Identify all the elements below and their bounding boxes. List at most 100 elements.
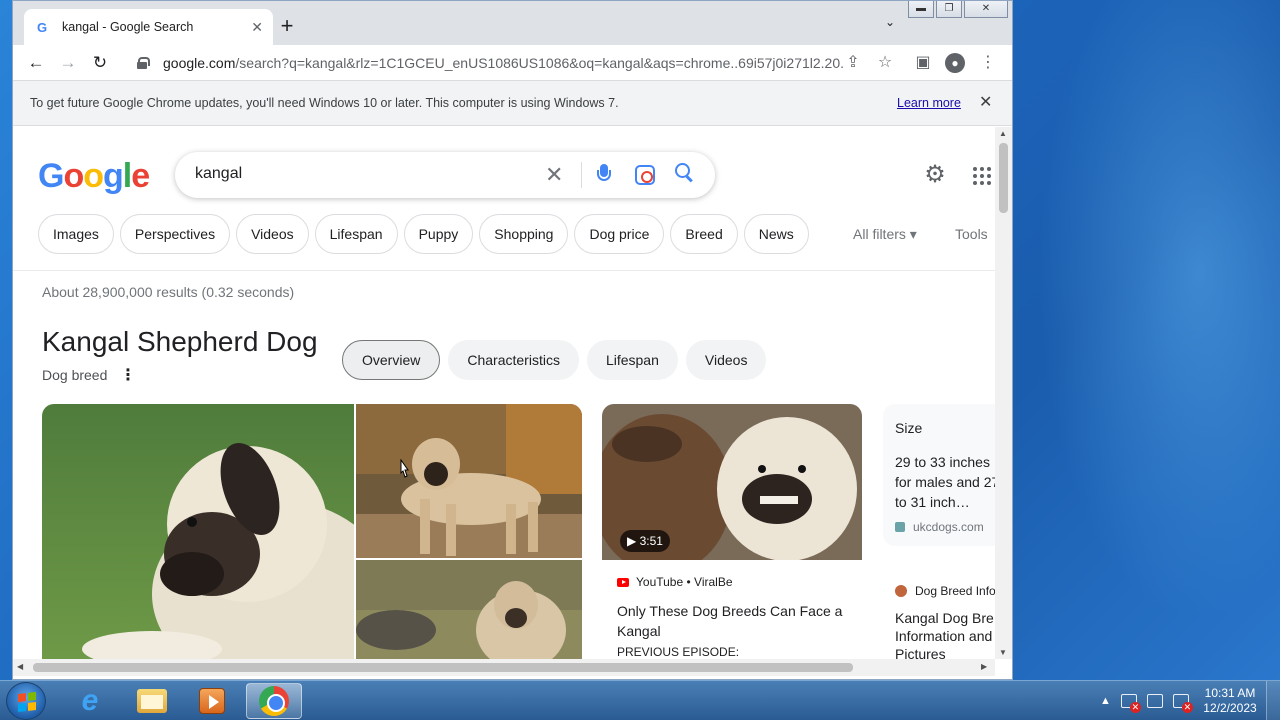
taskbar-internet-explorer[interactable]: e <box>62 683 118 719</box>
chrome-icon <box>259 686 289 716</box>
chip-breed[interactable]: Breed <box>670 214 738 254</box>
video-snippet: PREVIOUS EPISODE: <box>617 645 740 659</box>
size-source: ukcdogs.com <box>895 520 984 534</box>
scroll-left-arrow-icon[interactable]: ◀ <box>17 662 23 671</box>
search-icon[interactable] <box>675 163 693 181</box>
taskbar-file-explorer[interactable] <box>124 683 180 719</box>
taskbar-media-player[interactable] <box>184 683 240 719</box>
vertical-scrollbar[interactable]: ▲ ▼ <box>995 127 1012 659</box>
scroll-down-arrow-icon[interactable]: ▼ <box>999 648 1007 657</box>
voice-search-mic-icon[interactable] <box>597 164 611 186</box>
url-text: google.com/search?q=kangal&rlz=1C1GCEU_e… <box>163 55 843 71</box>
all-filters-dropdown[interactable]: All filters ▾ <box>853 226 917 243</box>
learn-more-link[interactable]: Learn more <box>897 96 961 110</box>
chip-images[interactable]: Images <box>38 214 114 254</box>
chip-puppy[interactable]: Puppy <box>403 214 474 254</box>
menu-kebab-icon[interactable]: ⋮ <box>978 53 998 73</box>
horizontal-scrollbar[interactable]: ◀ ▶ <box>13 659 995 676</box>
kangal-photo-standing[interactable] <box>356 404 582 558</box>
lock-icon[interactable] <box>137 57 150 69</box>
tab-characteristics[interactable]: Characteristics <box>448 340 579 380</box>
tab-overview[interactable]: Overview <box>342 340 441 380</box>
search-box[interactable]: kangal ✕ <box>175 152 715 198</box>
bookmark-star-icon[interactable]: ☆ <box>875 53 895 73</box>
settings-gear-icon[interactable]: ⚙ <box>923 163 947 187</box>
clear-search-icon[interactable]: ✕ <box>545 162 563 188</box>
clock-time: 10:31 AM <box>1204 686 1256 700</box>
google-logo[interactable]: Google <box>38 157 150 196</box>
profile-avatar-icon[interactable]: ● <box>945 53 965 73</box>
vertical-scroll-thumb[interactable] <box>999 143 1008 213</box>
chip-videos[interactable]: Videos <box>236 214 309 254</box>
browser-toolbar: ← → ↻ google.com/search?q=kangal&rlz=1C1… <box>13 45 1012 81</box>
kangal-photo-main[interactable] <box>42 404 354 659</box>
dog-breed-info-card[interactable]: Dog Breed Info Kangal Dog Bre Informatio… <box>883 571 995 659</box>
start-button[interactable] <box>6 682 46 720</box>
browser-tab[interactable]: G kangal - Google Search ✕ <box>24 9 273 45</box>
network-icon[interactable] <box>1146 694 1163 708</box>
horizontal-scroll-thumb[interactable] <box>33 663 853 672</box>
filter-chips: Images Perspectives Videos Lifespan Pupp… <box>38 214 809 254</box>
new-tab-button[interactable]: + <box>275 13 299 39</box>
chip-lifespan[interactable]: Lifespan <box>314 214 398 254</box>
share-icon[interactable]: ⇪ <box>843 53 863 73</box>
tab-videos[interactable]: Videos <box>685 340 767 380</box>
search-results-page: Google kangal ✕ ⚙ Images Perspectives Vi… <box>13 127 995 659</box>
volume-muted-icon[interactable] <box>1172 694 1193 713</box>
video-title[interactable]: Only These Dog Breeds Can Face a Kangal <box>617 601 857 641</box>
minimize-button[interactable]: ▬ <box>908 1 934 18</box>
video-duration-badge: ▶ 3:51 <box>620 530 670 552</box>
address-bar[interactable]: google.com/search?q=kangal&rlz=1C1GCEU_e… <box>125 48 905 78</box>
info-card-source: Dog Breed Info <box>895 584 995 598</box>
kangal-photo-sitting[interactable] <box>356 560 582 659</box>
search-divider <box>581 162 582 188</box>
folder-icon <box>137 689 167 713</box>
dog-breed-info-favicon-icon <box>895 585 907 597</box>
clock-date: 12/2/2023 <box>1203 701 1257 715</box>
reload-button[interactable]: ↻ <box>88 51 112 75</box>
chip-dog-price[interactable]: Dog price <box>574 214 665 254</box>
action-center-flag-icon[interactable] <box>1120 694 1141 713</box>
close-tab-icon[interactable]: ✕ <box>251 19 263 36</box>
media-player-icon <box>199 688 225 714</box>
chrome-window: G kangal - Google Search ✕ + ⌄ ▬ ❐ ✕ ← →… <box>12 0 1013 680</box>
knowledge-panel-tabs: Overview Characteristics Lifespan Videos <box>342 340 767 380</box>
system-tray: ▲ <box>1100 681 1193 720</box>
google-lens-icon[interactable] <box>635 165 655 185</box>
chip-news[interactable]: News <box>743 214 809 254</box>
video-source: YouTube • ViralBe <box>617 575 733 589</box>
close-infobar-icon[interactable]: ✕ <box>979 92 992 112</box>
side-panel-icon[interactable]: ▣ <box>913 53 933 73</box>
internet-explorer-icon: e <box>81 684 99 717</box>
forward-button[interactable]: → <box>56 51 80 75</box>
scroll-up-arrow-icon[interactable]: ▲ <box>999 129 1007 138</box>
google-favicon-icon: G <box>36 19 48 35</box>
chip-shopping[interactable]: Shopping <box>479 214 569 254</box>
scroll-right-arrow-icon[interactable]: ▶ <box>981 662 987 671</box>
search-input[interactable]: kangal <box>195 165 242 183</box>
show-desktop-button[interactable] <box>1266 681 1280 720</box>
knowledge-panel-title: Kangal Shepherd Dog <box>42 326 318 357</box>
title-bar: G kangal - Google Search ✕ + ⌄ ▬ ❐ ✕ <box>13 1 1012 45</box>
size-fact-card[interactable]: Size 29 to 33 inches for males and 27 to… <box>883 404 995 546</box>
tab-lifespan[interactable]: Lifespan <box>586 340 678 380</box>
size-value: 29 to 33 inches for males and 27 to 31 i… <box>895 454 995 510</box>
tab-search-chevron-icon[interactable]: ⌄ <box>885 15 895 29</box>
mouse-cursor-icon <box>400 459 409 478</box>
more-options-kebab-icon[interactable]: ⋮ <box>120 365 136 385</box>
show-hidden-icons-arrow-icon[interactable]: ▲ <box>1100 695 1111 707</box>
info-card-title: Kangal Dog Bre Information and Pictures <box>895 610 994 659</box>
windows-logo-icon <box>18 692 36 712</box>
chip-perspectives[interactable]: Perspectives <box>119 214 231 254</box>
tab-title: kangal - Google Search <box>62 20 194 34</box>
update-infobar: To get future Google Chrome updates, you… <box>13 81 1012 126</box>
taskbar-clock[interactable]: 10:31 AM 12/2/2023 <box>1200 686 1260 716</box>
close-window-button[interactable]: ✕ <box>964 1 1008 18</box>
ukcdogs-favicon-icon <box>895 522 905 532</box>
back-button[interactable]: ← <box>24 51 48 75</box>
tools-button[interactable]: Tools <box>955 226 988 242</box>
google-apps-grid-icon[interactable] <box>973 167 991 185</box>
taskbar-chrome[interactable] <box>246 683 302 719</box>
maximize-button[interactable]: ❐ <box>936 1 962 18</box>
size-label: Size <box>895 420 923 436</box>
